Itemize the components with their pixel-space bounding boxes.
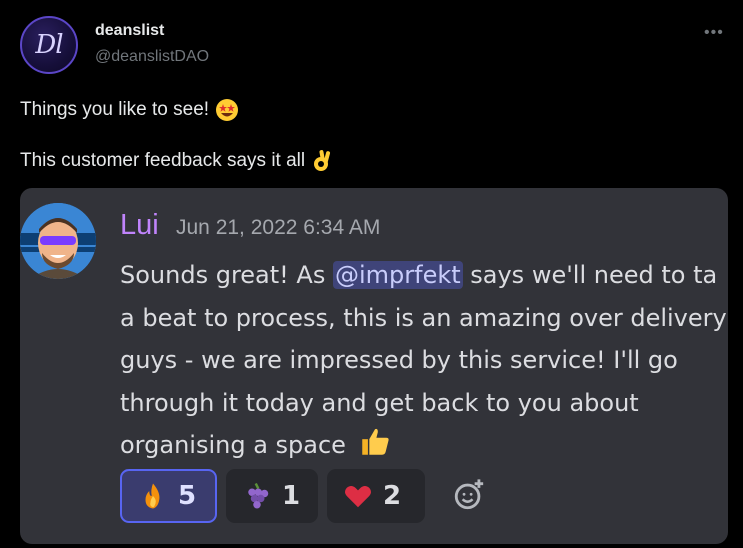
message-text: says we'll need to ta bbox=[462, 261, 718, 289]
lui-avatar bbox=[20, 203, 96, 279]
message-text: Sounds great! As bbox=[120, 261, 333, 289]
reaction-fire[interactable]: 5 bbox=[120, 469, 217, 523]
message-timestamp: Jun 21, 2022 6:34 AM bbox=[176, 216, 381, 239]
tweet-text-line-2: This customer feedback says it all bbox=[20, 149, 335, 173]
message-line-3: guys - we are impressed by this service!… bbox=[120, 346, 678, 374]
thumbs-up-emoji-icon bbox=[361, 428, 389, 455]
profile-avatar[interactable]: Dl bbox=[20, 16, 78, 74]
message-author: Lui bbox=[120, 209, 159, 241]
message-line-2: a beat to process, this is an amazing ov… bbox=[120, 303, 727, 332]
message-line-1: Sounds great! As @imprfekt says we'll ne… bbox=[120, 254, 728, 297]
message-text: organising a space bbox=[120, 431, 346, 459]
display-name[interactable]: deanslist bbox=[95, 22, 164, 40]
more-horizontal-icon[interactable]: ••• bbox=[704, 24, 724, 42]
fire-emoji-icon bbox=[145, 483, 160, 509]
add-reaction-icon[interactable] bbox=[452, 478, 486, 512]
cartoon-avatar-icon bbox=[20, 203, 96, 279]
reaction-grapes[interactable]: 1 bbox=[226, 469, 318, 523]
message-line-4: through it today and get back to you abo… bbox=[120, 388, 639, 417]
reaction-bar: 5 1 2 bbox=[120, 469, 425, 523]
avatar-logo-text: Dl bbox=[35, 30, 63, 60]
ok-hand-emoji-icon bbox=[314, 150, 331, 171]
tweet-text: This customer feedback says it all bbox=[20, 150, 306, 171]
tweet-text-line-1: Things you like to see! bbox=[20, 98, 239, 122]
message-body: Sounds great! As @imprfekt says we'll ne… bbox=[120, 254, 728, 467]
reaction-count: 1 bbox=[282, 481, 301, 511]
reaction-count: 2 bbox=[383, 481, 402, 511]
tweet-text: Things you like to see! bbox=[20, 99, 210, 120]
message-line-5: organising a space bbox=[120, 424, 728, 467]
red-heart-emoji-icon bbox=[345, 486, 371, 508]
grapes-emoji-icon bbox=[248, 482, 269, 509]
reaction-heart[interactable]: 2 bbox=[327, 469, 425, 523]
user-mention: @imprfekt bbox=[332, 261, 463, 289]
star-struck-emoji-icon bbox=[216, 99, 239, 121]
embedded-image-card[interactable]: Lui Jun 21, 2022 6:34 AM Sounds great! A… bbox=[20, 188, 728, 544]
user-handle[interactable]: @deanslistDAO bbox=[95, 48, 209, 66]
reaction-count: 5 bbox=[178, 481, 197, 511]
